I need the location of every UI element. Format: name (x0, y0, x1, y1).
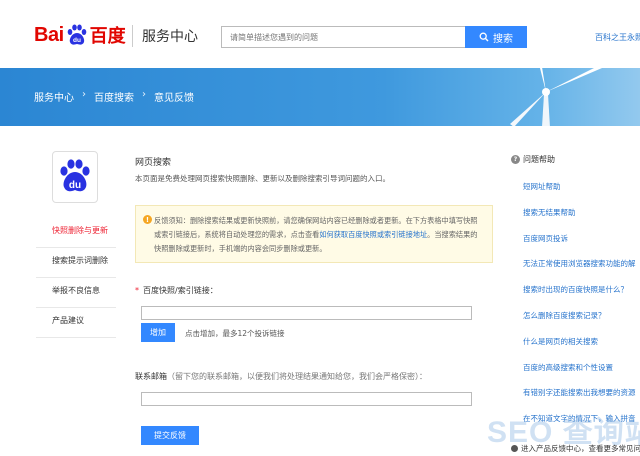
help-item[interactable]: 什么是网页的相关搜索 (523, 333, 640, 359)
help-item[interactable]: 怎么删除百度搜索记录？ (523, 307, 640, 333)
product-logo: du (52, 151, 98, 203)
sidebar-nav: 快照删除与更新 搜索提示词删除 举报不良信息 产品建议 (36, 218, 116, 338)
notice-help-link[interactable]: 如何获取百度快照或索引链接地址 (319, 230, 427, 239)
logo-du-text: du (73, 37, 81, 44)
search-input[interactable] (222, 27, 465, 47)
sidebar-item-suggestion[interactable]: 搜索提示词删除 (36, 248, 116, 278)
add-link-button[interactable]: 增加 (141, 323, 175, 342)
email-field[interactable] (141, 392, 472, 406)
add-link-hint: 点击增加，最多12个投诉链接 (185, 329, 285, 338)
page-description: 本页面是免费处理网页搜索快照删除、更新以及删除搜索引导词问题的入口。 (135, 174, 390, 183)
baidu-logo[interactable]: Bai du 百度 (34, 22, 126, 48)
sidebar-item-snapshot[interactable]: 快照删除与更新 (36, 218, 116, 248)
paw-icon: du (65, 23, 89, 47)
watermark: SEO 查询站长网 (487, 416, 640, 449)
logo-text-cn: 百度 (89, 26, 126, 46)
email-label: 联系邮箱（留下您的联系邮箱，以便我们将处理结果通知给您，我们会严格保密）： (135, 371, 427, 382)
required-mark: * (135, 286, 139, 295)
help-section-title: ? 问题帮助 (511, 154, 555, 165)
side-logo-du-text: du (69, 180, 81, 191)
search-box[interactable] (221, 26, 465, 48)
header-divider (132, 25, 133, 47)
help-item[interactable]: 短网址帮助 (523, 178, 640, 204)
snapshot-link-label-text: 百度快照/索引链接： (143, 286, 218, 295)
service-center-label: 服务中心 (142, 28, 198, 44)
snapshot-link-label: * 百度快照/索引链接： (135, 285, 218, 296)
search-button-label: 搜索 (493, 33, 513, 45)
help-item[interactable]: 搜索时出现的百度快照是什么？ (523, 281, 640, 307)
sidebar-item-report[interactable]: 举报不良信息 (36, 278, 116, 308)
header: Bai du 百度 服务中心 搜索 百科之王永照 (0, 0, 640, 68)
breadcrumb-item-service[interactable]: 服务中心 (34, 89, 74, 104)
help-list: 短网址帮助 搜索无结果帮助 百度网页投诉 无法正常使用浏览器搜索功能的解 搜索时… (523, 178, 640, 436)
warning-icon: ! (143, 215, 152, 224)
user-link[interactable]: 百科之王永照 (595, 32, 640, 43)
help-item[interactable]: 无法正常使用浏览器搜索功能的解 (523, 255, 640, 281)
help-item[interactable]: 百度的高级搜索和个性设置 (523, 359, 640, 385)
email-label-hint: （留下您的联系邮箱，以便我们将处理结果通知给您，我们会严格保密）： (167, 372, 427, 381)
snapshot-link-input[interactable] (141, 306, 472, 320)
page-title: 网页搜索 (135, 158, 172, 168)
submit-feedback-button[interactable]: 提交反馈 (141, 426, 199, 445)
breadcrumb-item-search[interactable]: 百度搜索 (94, 89, 134, 104)
help-item[interactable]: 百度网页投诉 (523, 230, 640, 256)
sidebar-item-product[interactable]: 产品建议 (36, 308, 116, 338)
logo-text-bai: Bai (34, 23, 64, 46)
breadcrumb-item-feedback: 意见反馈 (154, 93, 194, 104)
breadcrumb: 服务中心 › 百度搜索 › 意见反馈 (34, 89, 194, 104)
help-title-text: 问题帮助 (523, 155, 555, 164)
search-icon (479, 32, 489, 42)
question-icon: ? (511, 155, 520, 164)
breadcrumb-separator: › (142, 89, 146, 100)
notice-box: ! 反馈须知：删除搜索结果或更新快照前，请您确保网站内容已经删除或者更新。在下方… (135, 205, 493, 263)
wind-turbine-illustration (510, 68, 602, 126)
help-item[interactable]: 搜索无结果帮助 (523, 204, 640, 230)
breadcrumb-separator: › (82, 89, 86, 100)
banner: 服务中心 › 百度搜索 › 意见反馈 (0, 68, 640, 126)
email-label-text: 联系邮箱 (135, 372, 167, 381)
search-button[interactable]: 搜索 (465, 26, 527, 48)
baidu-paw-icon: du (60, 159, 90, 192)
